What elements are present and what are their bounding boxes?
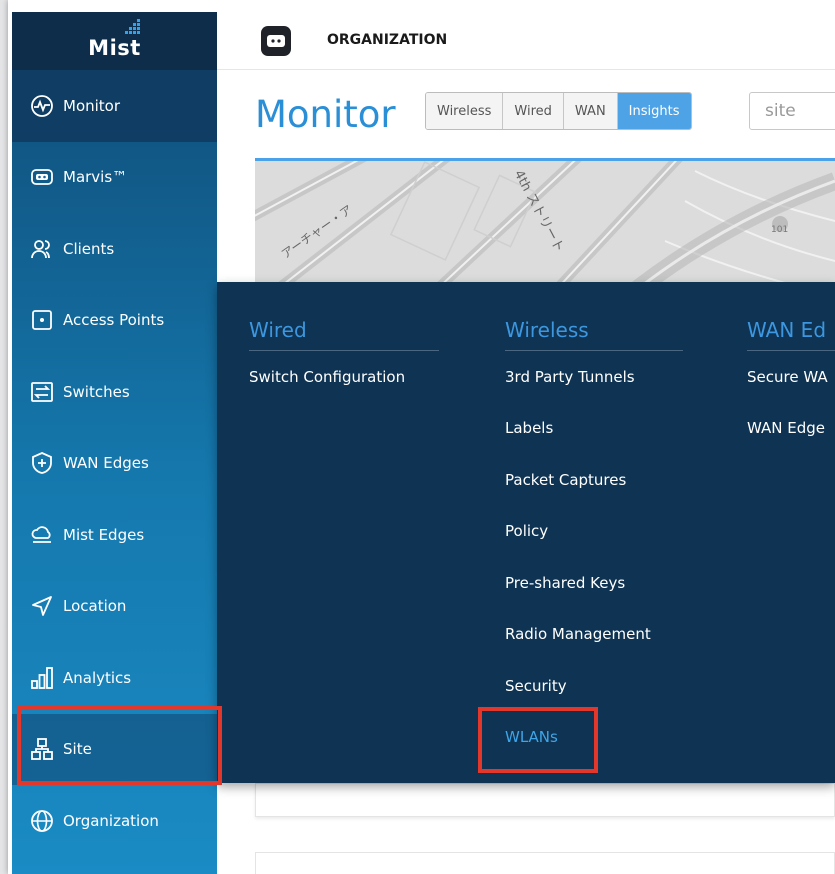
- location-icon: [30, 594, 54, 618]
- tab-insights[interactable]: Insights: [617, 93, 691, 129]
- sidebar-item-label: Clients: [63, 239, 115, 258]
- tab-wireless[interactable]: Wireless: [426, 93, 504, 129]
- sidebar-item-clients[interactable]: Clients: [12, 213, 217, 285]
- map-highway-label: 101: [771, 225, 789, 235]
- map-view[interactable]: アーチャー・ア 4th ストリート 101: [255, 158, 835, 288]
- menu-column-wan-edges: WAN Ed Secure WA WAN Edge: [747, 318, 835, 454]
- brand-name: Mist: [88, 36, 141, 60]
- menu-item-switch-configuration[interactable]: Switch Configuration: [249, 351, 439, 403]
- sidebar-item-analytics[interactable]: Analytics: [12, 642, 217, 714]
- sidebar-item-label: Analytics: [63, 668, 132, 687]
- sidebar-item-label: Monitor: [63, 96, 121, 115]
- menu-column-wired: Wired Switch Configuration: [249, 318, 439, 403]
- sidebar-item-wan-edges[interactable]: WAN Edges: [12, 428, 217, 500]
- sidebar-item-mist-edges[interactable]: Mist Edges: [12, 499, 217, 571]
- switch-icon: [30, 380, 54, 404]
- mist-edge-icon: [30, 523, 54, 547]
- menu-item-wan-edge[interactable]: WAN Edge: [747, 403, 835, 455]
- site-icon: [30, 737, 54, 761]
- logo-dots-icon: [125, 19, 140, 34]
- clients-icon: [30, 237, 54, 261]
- sidebar-item-label: Site: [63, 740, 92, 759]
- menu-item-pre-shared-keys[interactable]: Pre-shared Keys: [505, 557, 683, 609]
- sidebar: Mist Monitor Marvis™ Clients Access Poin…: [12, 12, 217, 874]
- analytics-icon: [30, 666, 54, 690]
- sidebar-item-access-points[interactable]: Access Points: [12, 285, 217, 357]
- content-card: [255, 783, 835, 817]
- menu-item-packet-captures[interactable]: Packet Captures: [505, 454, 683, 506]
- sidebar-item-organization[interactable]: Organization: [12, 785, 217, 857]
- org-label[interactable]: ORGANIZATION: [327, 32, 447, 48]
- menu-item-wlans[interactable]: WLANs: [505, 712, 683, 764]
- menu-item-secure-wan[interactable]: Secure WA: [747, 351, 835, 403]
- access-point-icon: [30, 308, 54, 332]
- tab-wan[interactable]: WAN: [563, 93, 618, 129]
- sidebar-item-label: Organization: [63, 811, 159, 830]
- content-card: [255, 852, 835, 874]
- menu-heading-wan-edges: WAN Ed: [747, 318, 835, 351]
- sidebar-item-marvis[interactable]: Marvis™: [12, 142, 217, 214]
- sidebar-item-monitor[interactable]: Monitor: [12, 70, 217, 142]
- org-avatar-icon[interactable]: [261, 26, 291, 56]
- monitor-icon: [30, 94, 54, 118]
- site-mega-menu: Wired Switch Configuration Wireless 3rd …: [217, 282, 835, 783]
- menu-item-labels[interactable]: Labels: [505, 403, 683, 455]
- menu-item-security[interactable]: Security: [505, 660, 683, 712]
- sidebar-item-label: Mist Edges: [63, 525, 145, 544]
- menu-heading-wireless: Wireless: [505, 318, 683, 351]
- sidebar-item-label: Switches: [63, 382, 130, 401]
- marvis-icon: [30, 165, 54, 189]
- menu-item-radio-management[interactable]: Radio Management: [505, 609, 683, 661]
- menu-column-wireless: Wireless 3rd Party Tunnels Labels Packet…: [505, 318, 683, 763]
- sidebar-item-label: Location: [63, 597, 127, 616]
- sidebar-item-site[interactable]: Site: [12, 713, 217, 785]
- sidebar-item-label: Access Points: [63, 311, 165, 330]
- sidebar-item-label: Marvis™: [63, 168, 128, 187]
- page-title: Monitor: [255, 93, 396, 136]
- wan-edge-icon: [30, 451, 54, 475]
- sidebar-item-location[interactable]: Location: [12, 571, 217, 643]
- menu-item-3rd-party-tunnels[interactable]: 3rd Party Tunnels: [505, 351, 683, 403]
- top-bar: ORGANIZATION: [217, 12, 835, 70]
- mist-logo: Mist: [12, 12, 217, 70]
- menu-heading-wired: Wired: [249, 318, 439, 351]
- sidebar-item-switches[interactable]: Switches: [12, 356, 217, 428]
- site-select[interactable]: site: [749, 92, 835, 130]
- view-tabs: Wireless Wired WAN Insights: [425, 92, 692, 130]
- organization-icon: [30, 809, 54, 833]
- tab-wired[interactable]: Wired: [503, 93, 564, 129]
- menu-item-policy[interactable]: Policy: [505, 506, 683, 558]
- sidebar-item-label: WAN Edges: [63, 454, 149, 473]
